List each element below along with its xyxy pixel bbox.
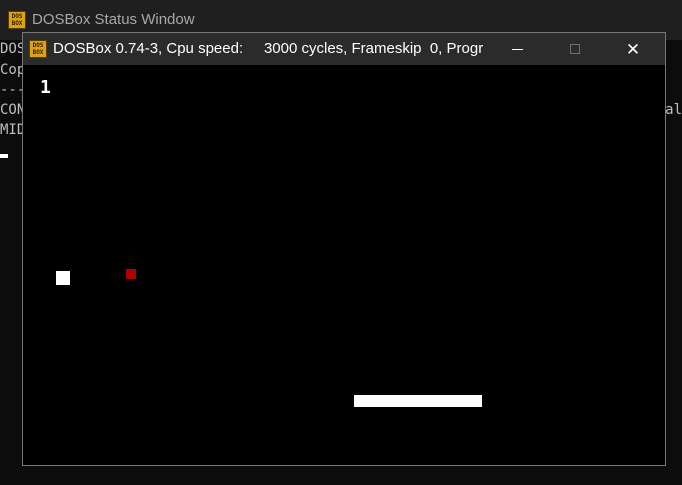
console-cursor [0,154,8,158]
console-line: MID [0,122,26,138]
close-icon: ✕ [625,39,641,59]
paddle [354,395,482,407]
dosbox-window: DOS BOX DOSBox 0.74-3, Cpu speed: 3000 c… [23,33,665,465]
minimize-button[interactable] [494,33,540,65]
ball [56,271,70,285]
dosbox-icon: DOS BOX [29,40,47,58]
console-line: DOS [0,41,26,57]
console-line-right: al [665,102,682,118]
console-line: CON [0,102,26,118]
game-screen[interactable]: 1 [24,65,664,464]
dosbox-icon-text-top: DOS [11,13,23,20]
dosbox-window-title: DOSBox 0.74-3, Cpu speed: 3000 cycles, F… [53,40,483,57]
score-display: 1 [40,77,51,98]
minimize-icon [511,48,523,50]
maximize-icon [570,44,580,54]
console-line: --- [0,82,26,98]
dosbox-icon-text-bottom: BOX [32,49,44,56]
dosbox-icon-text-bottom: BOX [11,20,23,27]
console-line: Cop [0,62,26,78]
dosbox-icon-text-top: DOS [32,42,44,49]
maximize-button [552,33,598,65]
dosbox-icon: DOS BOX [8,11,26,29]
status-window-title: DOSBox Status Window [32,11,195,28]
red-target [126,269,136,279]
close-button[interactable]: ✕ [610,33,656,65]
dosbox-titlebar[interactable]: DOS BOX DOSBox 0.74-3, Cpu speed: 3000 c… [23,33,665,65]
